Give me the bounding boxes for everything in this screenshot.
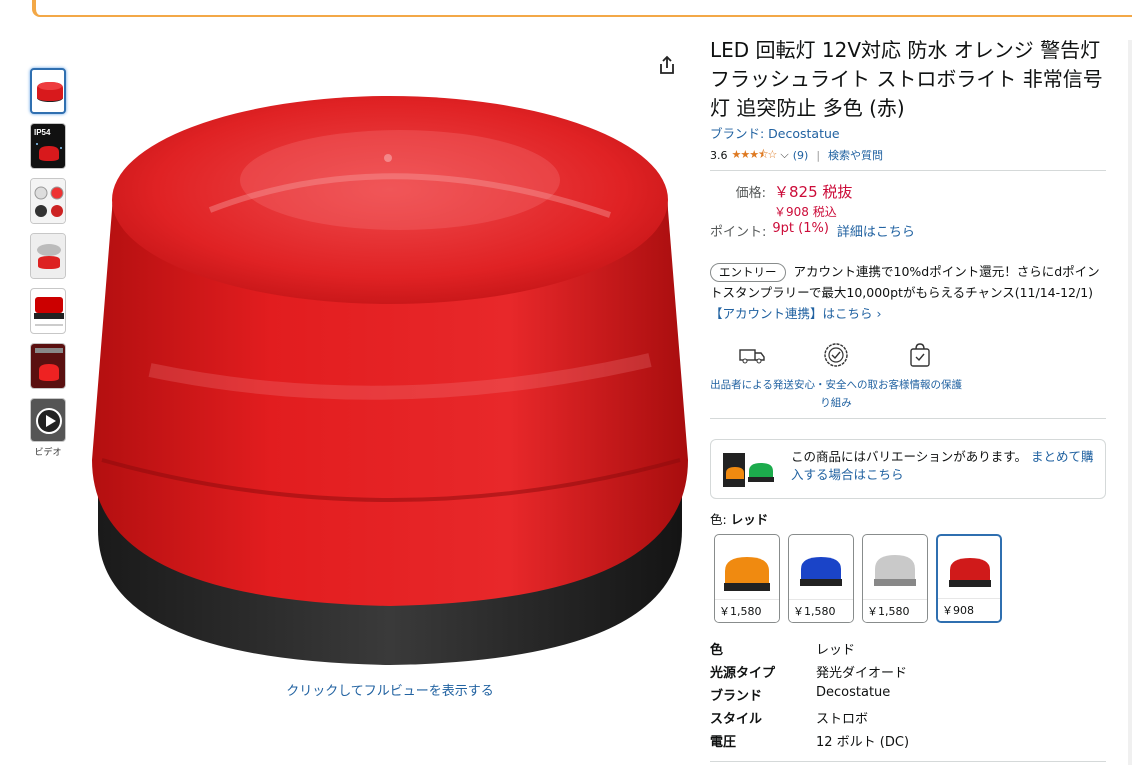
spec-key: 色	[710, 643, 724, 658]
swatch-red[interactable]: ￥908	[936, 534, 1002, 623]
account-link[interactable]: 【アカウント連携】はこちら ›	[710, 306, 881, 321]
spec-row: 光源タイプ 発光ダイオード	[710, 662, 1106, 685]
spec-row: ブランド Decostatue	[710, 685, 1106, 708]
color-selected: レッド	[730, 512, 769, 527]
divider	[710, 170, 1106, 171]
swatch-clear[interactable]: ￥1,580	[862, 534, 928, 623]
promo-block: エントリー アカウント連携で10%dポイント還元！さらにdポイントスタンプラリーで…	[710, 261, 1106, 324]
points-details-link[interactable]: 詳細はこちら	[837, 221, 915, 241]
divider	[710, 418, 1106, 419]
points-label: ポイント:	[710, 225, 767, 240]
secure-bag-icon	[905, 340, 935, 370]
spec-row: 色 レッド	[710, 639, 1106, 662]
spec-row: 電圧 12 ボルト (DC)	[710, 731, 1106, 754]
thumbnail-strip: IP54 ビデオ	[30, 68, 70, 458]
thumbnail-main-red[interactable]	[30, 68, 66, 114]
swatch-price: ￥908	[938, 598, 1000, 621]
product-info-column: LED 回転灯 12V対応 防水 オレンジ 警告灯 フラッシュライト ストロボラ…	[710, 36, 1106, 754]
thumbnail-package[interactable]	[30, 343, 66, 389]
rating-count-link[interactable]: (9)	[793, 149, 809, 162]
trust-label: お客様情報の保護	[878, 379, 962, 391]
thumbnail-parts[interactable]	[30, 233, 66, 279]
color-swatches: ￥1,580 ￥1,580 ￥1,580 ￥908	[710, 534, 1106, 623]
variation-text-block: この商品にはバリエーションがあります。 まとめて購入する場合はこちら	[791, 448, 1101, 484]
main-product-image[interactable]	[90, 40, 690, 670]
price-tax-included: ￥908 税込	[774, 205, 837, 219]
star-rating-icon[interactable]: ★★★⯪☆	[732, 146, 778, 165]
points-value: 9pt (1%)	[772, 221, 829, 236]
spec-key: 光源タイプ	[710, 666, 776, 681]
spec-key: 電圧	[710, 735, 737, 750]
badge-check-icon	[821, 340, 851, 370]
trust-badges: 出品者による発送 安心・安全への取り組み お客様情報の保護	[710, 340, 1106, 412]
divider	[710, 761, 1106, 762]
trust-item-safety[interactable]: 安心・安全への取り組み	[794, 340, 878, 412]
color-label: 色:	[710, 512, 731, 527]
spec-key: スタイル	[710, 712, 763, 727]
scrollbar-track[interactable]	[1128, 40, 1132, 765]
thumbnail-ip54[interactable]: IP54	[30, 123, 66, 169]
spec-table: 色 レッド 光源タイプ 発光ダイオード ブランド Decostatue スタイル…	[710, 639, 1106, 754]
chevron-down-icon[interactable]: ⌵	[780, 148, 788, 162]
swatch-price: ￥1,580	[863, 599, 927, 622]
swatch-orange[interactable]: ￥1,580	[714, 534, 780, 623]
trust-item-privacy[interactable]: お客様情報の保護	[878, 340, 962, 412]
price-label: 価格:	[735, 186, 766, 201]
product-title: LED 回転灯 12V対応 防水 オレンジ 警告灯 フラッシュライト ストロボラ…	[710, 38, 1103, 120]
spec-value: 12 ボルト (DC)	[816, 735, 910, 750]
video-label: ビデオ	[34, 448, 62, 458]
share-icon[interactable]	[656, 54, 678, 76]
rating-row: 3.6 ★★★⯪☆ ⌵ (9) | 検索や質問	[710, 146, 1106, 164]
price-main: ￥825 税抜	[774, 183, 853, 201]
swatch-blue[interactable]: ￥1,580	[788, 534, 854, 623]
variation-text: この商品にはバリエーションがあります。	[791, 449, 1028, 464]
brand-link[interactable]: ブランド: Decostatue	[710, 123, 1106, 142]
spec-value: ストロボ	[816, 712, 869, 727]
thumbnail-video[interactable]	[30, 398, 66, 442]
spec-value: 発光ダイオード	[816, 666, 908, 681]
swatch-price: ￥1,580	[715, 599, 779, 622]
rating-value: 3.6	[710, 148, 728, 162]
swatch-price: ￥1,580	[789, 599, 853, 622]
trust-label: 安心・安全への取り組み	[794, 379, 878, 409]
trust-label: 出品者による発送	[710, 379, 794, 391]
divider: |	[816, 148, 821, 162]
top-banner	[32, 0, 1132, 17]
variation-images	[723, 453, 779, 487]
entry-badge[interactable]: エントリー	[710, 263, 786, 282]
truck-icon	[737, 340, 767, 370]
fullview-link[interactable]: クリックしてフルビューを表示する	[260, 680, 520, 699]
thumbnail-features[interactable]	[30, 178, 66, 224]
variation-box: この商品にはバリエーションがあります。 まとめて購入する場合はこちら	[710, 439, 1106, 499]
search-qa-link[interactable]: 検索や質問	[828, 147, 883, 163]
spec-value: レッド	[816, 643, 856, 658]
thumbnail-side[interactable]	[30, 288, 66, 334]
spec-key: ブランド	[710, 689, 763, 704]
spec-value: Decostatue	[816, 685, 891, 700]
trust-item-shipping[interactable]: 出品者による発送	[710, 340, 794, 412]
ip54-badge-text: IP54	[34, 128, 51, 137]
color-label-row: 色: レッド	[710, 509, 1106, 528]
price-block: 価格: ￥825 税抜 ￥908 税込 ポイント: 9pt (1%) 詳細はこち…	[710, 181, 1106, 241]
spec-row: スタイル ストロボ	[710, 708, 1106, 731]
